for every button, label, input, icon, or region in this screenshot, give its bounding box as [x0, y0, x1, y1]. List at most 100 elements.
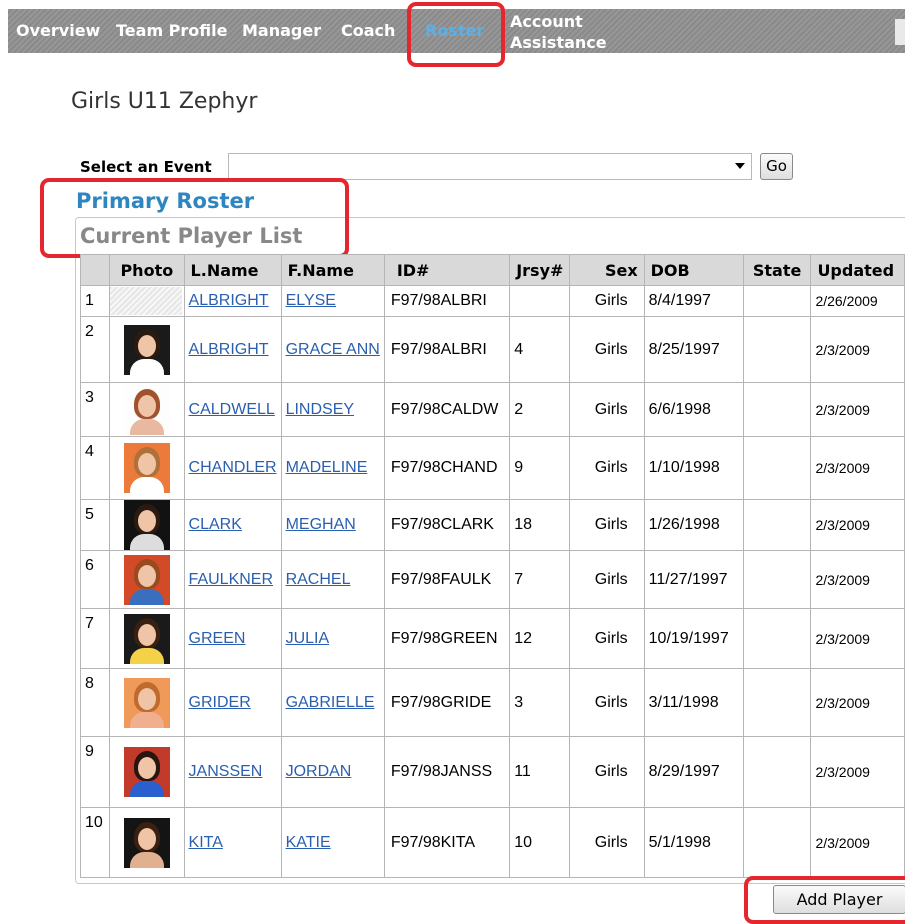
nav-tab-team-profile[interactable]: Team Profile [116, 9, 227, 53]
state-cell [742, 608, 812, 669]
column-header-jersey[interactable]: Jrsy# [509, 254, 571, 286]
sex-cell: Girls [569, 668, 645, 737]
last-name-cell: ALBRIGHT [183, 285, 282, 317]
last-name-cell: CHANDLER [183, 436, 282, 500]
nav-tab-account-assistance[interactable]: Account Assistance [510, 9, 607, 55]
photo-face [137, 453, 156, 475]
player-id-cell: F97/98ALBRI [383, 316, 511, 383]
photo-cell [109, 316, 185, 383]
jersey-cell: 11 [509, 736, 571, 808]
table-row: 8 GRIDER GABRIELLE F97/98GRIDE 3 Girls 3/11/19… [79, 668, 905, 737]
nav-tab-overview[interactable]: Overview [16, 9, 100, 53]
first-name-link[interactable]: JULIA [286, 630, 330, 647]
state-cell [742, 736, 812, 808]
jersey-cell: 4 [509, 316, 571, 383]
table-row: 3 CALDWELL LINDSEY F97/98CALDW 2 Girls 6/6/199… [79, 382, 905, 437]
first-name-link[interactable]: MADELINE [286, 459, 368, 476]
chevron-down-icon [735, 163, 745, 169]
first-name-cell: MADELINE [280, 436, 385, 500]
first-name-cell: RACHEL [280, 550, 385, 609]
updated-cell: 2/26/2009 [810, 285, 905, 317]
player-photo[interactable] [123, 384, 170, 435]
photo-body [129, 534, 164, 550]
last-name-link[interactable]: GREEN [189, 630, 246, 647]
photo-face [137, 334, 156, 357]
first-name-link[interactable]: LINDSEY [286, 401, 354, 418]
event-select-dropdown[interactable] [228, 153, 752, 180]
first-name-link[interactable]: JORDAN [286, 763, 352, 780]
first-name-link[interactable]: RACHEL [286, 571, 351, 588]
last-name-link[interactable]: ALBRIGHT [189, 341, 269, 358]
first-name-link[interactable]: GABRIELLE [286, 694, 375, 711]
last-name-link[interactable]: KITA [189, 834, 223, 851]
first-name-cell: MEGHAN [280, 499, 385, 551]
first-name-link[interactable]: MEGHAN [286, 516, 356, 533]
empty-photo-placeholder [110, 287, 183, 315]
row-number: 5 [79, 499, 111, 551]
player-photo[interactable] [123, 747, 170, 797]
first-name-link[interactable]: ELYSE [286, 292, 336, 309]
last-name-link[interactable]: JANSSEN [189, 763, 263, 780]
row-number: 4 [79, 436, 111, 500]
last-name-link[interactable]: FAULKNER [189, 571, 273, 588]
column-header-lname[interactable]: L.Name [183, 254, 282, 286]
nav-tab-coach[interactable]: Coach [341, 9, 395, 53]
add-player-button[interactable]: Add Player [773, 885, 905, 914]
jersey-cell: 2 [509, 382, 571, 437]
updated-cell: 2/3/2009 [810, 608, 905, 669]
photo-cell [109, 382, 185, 437]
column-header-sex[interactable]: Sex [569, 254, 645, 286]
player-photo[interactable] [123, 613, 170, 664]
player-id-cell: F97/98JANSS [383, 736, 511, 808]
state-cell [742, 807, 812, 878]
nav-tab-manager[interactable]: Manager [242, 9, 321, 53]
player-photo[interactable] [123, 443, 170, 493]
column-header-state[interactable]: State [742, 254, 812, 286]
photo-body [129, 647, 164, 664]
column-header-fname[interactable]: F.Name [280, 254, 385, 286]
photo-cell [109, 499, 185, 551]
photo-face [137, 510, 156, 532]
last-name-cell: ALBRIGHT [183, 316, 282, 383]
player-photo[interactable] [123, 500, 170, 550]
last-name-link[interactable]: ALBRIGHT [189, 292, 269, 309]
jersey-cell: 9 [509, 436, 571, 500]
row-number: 9 [79, 736, 111, 808]
player-photo[interactable] [123, 554, 170, 605]
first-name-cell: JULIA [280, 608, 385, 669]
first-name-cell: LINDSEY [280, 382, 385, 437]
last-name-link[interactable]: CLARK [189, 516, 242, 533]
last-name-cell: GREEN [183, 608, 282, 669]
state-cell [742, 382, 812, 437]
photo-body [129, 477, 164, 493]
dob-cell: 1/10/1998 [643, 436, 744, 500]
table-row: 2 ALBRIGHT GRACE ANN F97/98ALBRI 4 Girls 8/25/… [79, 316, 905, 383]
player-photo[interactable] [123, 677, 170, 728]
state-cell [742, 316, 812, 383]
jersey-cell: 12 [509, 608, 571, 669]
dob-cell: 8/4/1997 [643, 285, 744, 317]
column-header-id[interactable]: ID# [383, 254, 511, 286]
dob-cell: 8/29/1997 [643, 736, 744, 808]
photo-body [129, 711, 164, 728]
player-id-cell: F97/98CLARK [383, 499, 511, 551]
go-button[interactable]: Go [760, 153, 793, 180]
first-name-link[interactable]: KATIE [286, 834, 331, 851]
nav-tab-account-line1: Account [510, 12, 583, 31]
player-id-cell: F97/98CHAND [383, 436, 511, 500]
player-photo[interactable] [123, 817, 170, 868]
first-name-link[interactable]: GRACE ANN [286, 341, 380, 358]
dob-cell: 1/26/1998 [643, 499, 744, 551]
updated-cell: 2/3/2009 [810, 499, 905, 551]
last-name-link[interactable]: GRIDER [189, 694, 251, 711]
column-header-updated[interactable]: Updated [810, 254, 905, 286]
last-name-link[interactable]: CALDWELL [189, 401, 275, 418]
photo-face [137, 394, 156, 417]
state-cell [742, 285, 812, 317]
sex-cell: Girls [569, 382, 645, 437]
last-name-link[interactable]: CHANDLER [189, 459, 277, 476]
column-header-dob[interactable]: DOB [643, 254, 744, 286]
player-photo[interactable] [123, 324, 170, 375]
table-row: 9 JANSSEN JORDAN F97/98JANSS 11 Girls 8/29/199… [79, 736, 905, 808]
photo-body [129, 781, 164, 797]
